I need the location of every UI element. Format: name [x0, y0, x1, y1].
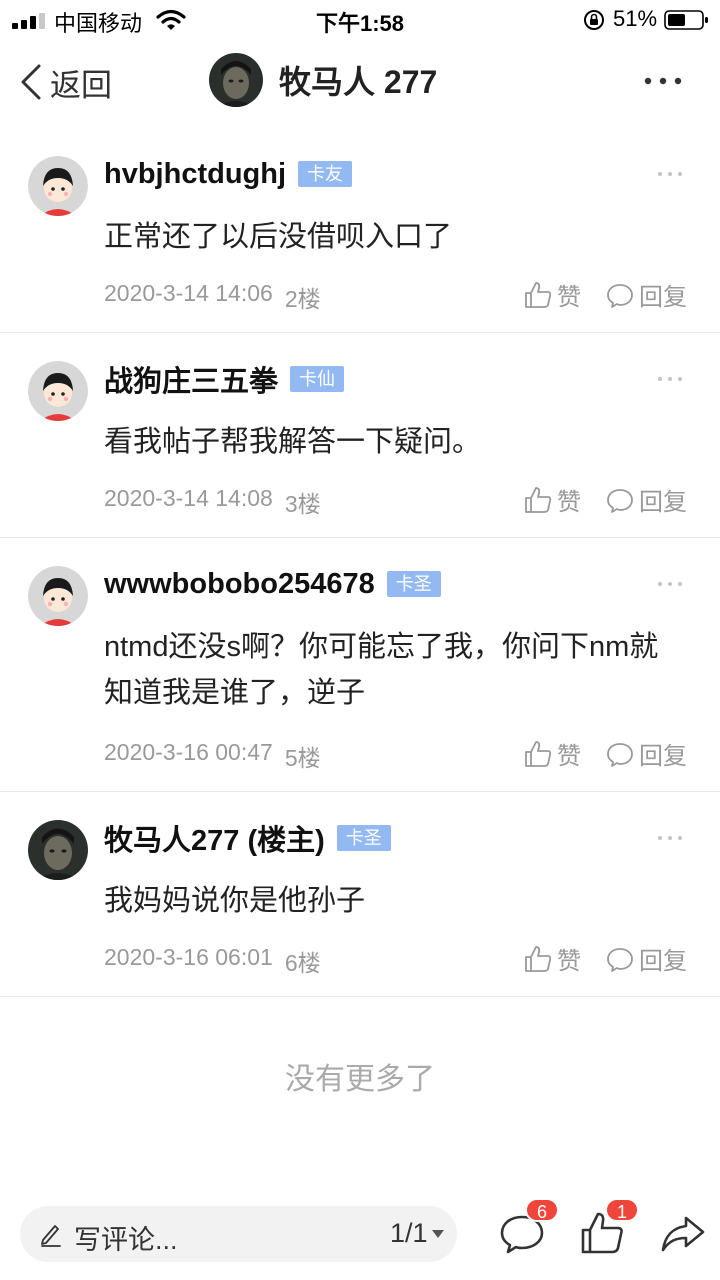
reply-date: 2020-3-14 14:06	[104, 280, 273, 306]
reply-label: 回复	[639, 489, 687, 516]
comment-icon	[607, 283, 633, 308]
reply-content: 正常还了以后没借呗入口了	[104, 221, 453, 253]
page-number: 1/1	[390, 1218, 428, 1248]
author-name[interactable]: wwwbobobo254678	[104, 568, 375, 601]
reply-meta: 2020-3-14 14:08 3楼	[104, 485, 321, 519]
reply-item: wwwbobobo254678 卡圣 ntmd还没s啊？你可能忘了我，你问下nm…	[0, 538, 720, 792]
reply-content: 看我帖子帮我解答一下疑问。	[104, 426, 482, 458]
user-avatar[interactable]	[28, 156, 88, 216]
floor-number: 2楼	[284, 286, 321, 312]
level-badge: 卡圣	[386, 571, 441, 597]
thumbs-up-icon	[525, 740, 552, 767]
comment-icon	[607, 947, 633, 972]
author-name[interactable]: 战狗庄三五拳	[104, 358, 278, 400]
reply-button[interactable]: 回复	[605, 482, 687, 517]
status-bar: 中国移动 下午1:58 51%	[0, 0, 720, 40]
reply-button[interactable]: 回复	[605, 736, 687, 771]
thumbs-up-icon	[525, 486, 552, 513]
thread-title: 牧马人 277	[279, 64, 438, 100]
carrier-label: 中国移动	[54, 11, 143, 36]
like-button[interactable]: 赞	[523, 277, 581, 312]
wifi-icon	[156, 9, 186, 30]
reply-meta: 2020-3-16 00:47 5楼	[104, 739, 321, 773]
floor-number: 5楼	[284, 745, 321, 771]
author-name[interactable]: 牧马人277 (楼主)	[104, 817, 325, 859]
share-icon[interactable]	[658, 1208, 708, 1258]
battery-percent: 51%	[613, 6, 658, 31]
chevron-left-icon	[21, 64, 41, 100]
reply-content: ntmd还没s啊？你可能忘了我，你问下nm就知道我是谁了，逆子	[104, 631, 659, 709]
like-button[interactable]: 赞	[523, 736, 581, 771]
reply-item: 战狗庄三五拳 卡仙 看我帖子帮我解答一下疑问。 2020-3-14 14:08 …	[0, 333, 720, 538]
author-name[interactable]: hvbjhctdughj	[104, 158, 286, 191]
reply-meta: 2020-3-16 06:01 6楼	[104, 944, 321, 978]
thread-header[interactable]: 牧马人 277	[209, 52, 437, 108]
comment-input[interactable]: 写评论... 1/1	[20, 1206, 457, 1262]
user-avatar[interactable]	[28, 361, 88, 421]
signal-icon	[12, 13, 45, 29]
nav-bar: 返回 牧马人 277	[0, 44, 720, 120]
rotation-lock-icon	[584, 10, 604, 30]
thread-avatar[interactable]	[209, 53, 263, 107]
reply-date: 2020-3-16 06:01	[104, 944, 273, 970]
level-badge: 卡仙	[290, 366, 345, 392]
battery-icon	[664, 10, 708, 30]
more-dots-icon[interactable]	[657, 580, 683, 588]
end-of-list-label: 没有更多了	[285, 1063, 435, 1096]
like-label: 赞	[557, 948, 581, 975]
like-count-badge: 1	[605, 1198, 639, 1222]
reply-list: hvbjhctdughj 卡友 正常还了以后没借呗入口了 2020-3-14 1…	[0, 128, 720, 997]
comment-count-badge: 6	[525, 1198, 559, 1222]
user-avatar[interactable]	[28, 820, 88, 880]
like-label: 赞	[557, 489, 581, 516]
more-dots-icon[interactable]	[657, 834, 683, 842]
comment-placeholder: 写评论...	[74, 1225, 178, 1255]
more-dots-icon[interactable]	[644, 72, 682, 90]
reply-item: 牧马人277 (楼主) 卡圣 我妈妈说你是他孙子 2020-3-16 06:01…	[0, 792, 720, 997]
reply-date: 2020-3-14 14:08	[104, 485, 273, 511]
level-badge: 卡圣	[336, 825, 391, 851]
user-avatar[interactable]	[28, 566, 88, 626]
thumbs-up-icon	[525, 945, 552, 972]
like-button[interactable]: 赞	[523, 482, 581, 517]
reply-meta: 2020-3-14 14:06 2楼	[104, 280, 321, 314]
comment-icon	[607, 742, 633, 767]
floor-number: 6楼	[284, 950, 321, 976]
back-label: 返回	[50, 67, 112, 103]
level-badge: 卡友	[298, 161, 353, 187]
thumbs-up-icon	[525, 281, 552, 308]
reply-label: 回复	[639, 284, 687, 311]
pen-icon	[41, 1225, 61, 1247]
reply-button[interactable]: 回复	[605, 277, 687, 312]
reply-label: 回复	[639, 948, 687, 975]
like-label: 赞	[557, 284, 581, 311]
more-dots-icon[interactable]	[657, 375, 683, 383]
reply-button[interactable]: 回复	[605, 941, 687, 976]
like-button[interactable]: 赞	[523, 941, 581, 976]
page-selector[interactable]: 1/1	[390, 1218, 444, 1249]
like-label: 赞	[557, 743, 581, 770]
reply-item: hvbjhctdughj 卡友 正常还了以后没借呗入口了 2020-3-14 1…	[0, 128, 720, 333]
reply-content: 我妈妈说你是他孙子	[104, 885, 366, 917]
reply-label: 回复	[639, 743, 687, 770]
comment-icon	[607, 488, 633, 513]
caret-down-icon	[431, 1229, 444, 1238]
more-dots-icon[interactable]	[657, 170, 683, 178]
reply-date: 2020-3-16 00:47	[104, 739, 273, 765]
floor-number: 3楼	[284, 491, 321, 517]
back-button[interactable]: 返回	[20, 62, 112, 103]
